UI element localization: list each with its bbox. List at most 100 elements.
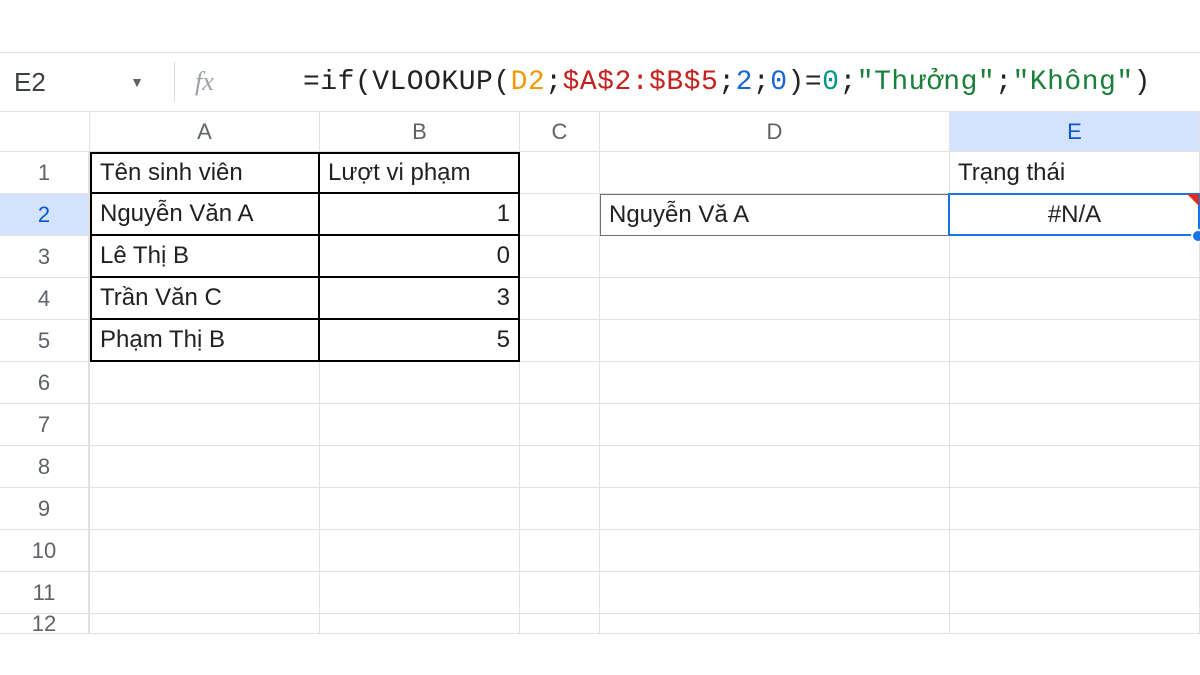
row-header-12[interactable]: 12	[0, 614, 90, 634]
cell-A9[interactable]	[90, 488, 320, 530]
cell-D6[interactable]	[600, 362, 950, 404]
cell-D11[interactable]	[600, 572, 950, 614]
spreadsheet-grid[interactable]: A B C D E 1 Tên sinh viên Lượt vi phạm T…	[0, 112, 1200, 634]
row-header-3[interactable]: 3	[0, 236, 90, 278]
cell-C8[interactable]	[520, 446, 600, 488]
cell-B12[interactable]	[320, 614, 520, 634]
row-header-8[interactable]: 8	[0, 446, 90, 488]
cell-B5[interactable]: 5	[320, 320, 520, 362]
row-8: 8	[0, 446, 1200, 488]
cell-E3[interactable]	[950, 236, 1200, 278]
cell-D8[interactable]	[600, 446, 950, 488]
cell-B8[interactable]	[320, 446, 520, 488]
row-header-11[interactable]: 11	[0, 572, 90, 614]
cell-A1[interactable]: Tên sinh viên	[90, 152, 320, 194]
name-box-value: E2	[14, 67, 46, 98]
row-header-10[interactable]: 10	[0, 530, 90, 572]
formula-sep: ;	[839, 67, 856, 98]
cell-E6[interactable]	[950, 362, 1200, 404]
cell-A7[interactable]	[90, 404, 320, 446]
formula-string: "Không"	[1013, 67, 1134, 98]
cell-C2[interactable]	[520, 194, 600, 236]
cell-A6[interactable]	[90, 362, 320, 404]
cell-E10[interactable]	[950, 530, 1200, 572]
name-box[interactable]: E2 ▼	[4, 53, 154, 111]
cell-B7[interactable]	[320, 404, 520, 446]
cell-D7[interactable]	[600, 404, 950, 446]
fill-handle[interactable]	[1191, 229, 1200, 243]
cell-D1[interactable]	[600, 152, 950, 194]
cell-D3[interactable]	[600, 236, 950, 278]
cell-E12[interactable]	[950, 614, 1200, 634]
cell-A3[interactable]: Lê Thị B	[90, 236, 320, 278]
cell-A8[interactable]	[90, 446, 320, 488]
cell-D2[interactable]: Nguyễn Vă A	[600, 194, 950, 236]
row-1: 1 Tên sinh viên Lượt vi phạm Trạng thái	[0, 152, 1200, 194]
cell-C9[interactable]	[520, 488, 600, 530]
col-header-E[interactable]: E	[950, 112, 1200, 152]
cell-C3[interactable]	[520, 236, 600, 278]
cell-B6[interactable]	[320, 362, 520, 404]
cell-D9[interactable]	[600, 488, 950, 530]
col-header-B[interactable]: B	[320, 112, 520, 152]
cell-B2[interactable]: 1	[320, 194, 520, 236]
cell-A11[interactable]	[90, 572, 320, 614]
cell-C7[interactable]	[520, 404, 600, 446]
cell-C11[interactable]	[520, 572, 600, 614]
cell-E11[interactable]	[950, 572, 1200, 614]
cell-C10[interactable]	[520, 530, 600, 572]
cell-E9[interactable]	[950, 488, 1200, 530]
cell-B9[interactable]	[320, 488, 520, 530]
cell-B4[interactable]: 3	[320, 278, 520, 320]
row-header-6[interactable]: 6	[0, 362, 90, 404]
cell-A2[interactable]: Nguyễn Văn A	[90, 194, 320, 236]
cell-E2[interactable]: #N/A	[950, 194, 1200, 236]
formula-string: "Thưởng"	[857, 67, 995, 98]
cell-A12[interactable]	[90, 614, 320, 634]
cell-E8[interactable]	[950, 446, 1200, 488]
cell-B3[interactable]: 0	[320, 236, 520, 278]
col-header-A[interactable]: A	[90, 112, 320, 152]
row-header-9[interactable]: 9	[0, 488, 90, 530]
row-header-1[interactable]: 1	[0, 152, 90, 194]
row-6: 6	[0, 362, 1200, 404]
cell-E7[interactable]	[950, 404, 1200, 446]
cell-D10[interactable]	[600, 530, 950, 572]
cell-D5[interactable]	[600, 320, 950, 362]
row-header-5[interactable]: 5	[0, 320, 90, 362]
dropdown-icon[interactable]: ▼	[130, 74, 144, 90]
formula-ref-range: $A$2:$B$5	[563, 67, 719, 98]
cell-A10[interactable]	[90, 530, 320, 572]
row-header-4[interactable]: 4	[0, 278, 90, 320]
cell-C12[interactable]	[520, 614, 600, 634]
cell-C6[interactable]	[520, 362, 600, 404]
cell-D12[interactable]	[600, 614, 950, 634]
row-header-7[interactable]: 7	[0, 404, 90, 446]
cell-E5[interactable]	[950, 320, 1200, 362]
col-header-D[interactable]: D	[600, 112, 950, 152]
cell-C1[interactable]	[520, 152, 600, 194]
fx-icon[interactable]: fx	[195, 67, 214, 97]
cell-C4[interactable]	[520, 278, 600, 320]
select-all-corner[interactable]	[0, 112, 90, 152]
row-4: 4 Trần Văn C 3	[0, 278, 1200, 320]
cell-E4[interactable]	[950, 278, 1200, 320]
cell-B1[interactable]: Lượt vi phạm	[320, 152, 520, 194]
cell-E1[interactable]: Trạng thái	[950, 152, 1200, 194]
cell-A4[interactable]: Trần Văn C	[90, 278, 320, 320]
formula-zero: 0	[822, 67, 839, 98]
cell-C5[interactable]	[520, 320, 600, 362]
formula-text: =if(VLOOKUP(	[303, 67, 511, 98]
formula-sep: ;	[545, 67, 562, 98]
cell-B10[interactable]	[320, 530, 520, 572]
cell-B11[interactable]	[320, 572, 520, 614]
formula-num: 0	[770, 67, 787, 98]
formula-num: 2	[736, 67, 753, 98]
cell-D4[interactable]	[600, 278, 950, 320]
row-7: 7	[0, 404, 1200, 446]
row-header-2[interactable]: 2	[0, 194, 90, 236]
formula-sep: ;	[718, 67, 735, 98]
cell-A5[interactable]: Phạm Thị B	[90, 320, 320, 362]
row-11: 11	[0, 572, 1200, 614]
col-header-C[interactable]: C	[520, 112, 600, 152]
